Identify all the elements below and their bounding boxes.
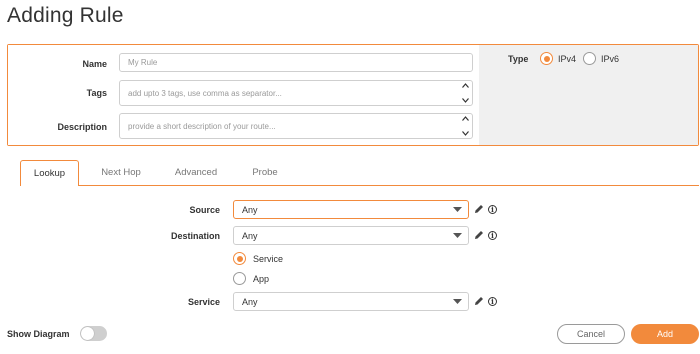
- show-diagram-toggle[interactable]: [80, 326, 107, 341]
- name-input[interactable]: My Rule: [119, 53, 473, 72]
- cancel-button[interactable]: Cancel: [557, 324, 625, 344]
- source-label: Source: [189, 205, 220, 215]
- tab-lookup[interactable]: Lookup: [20, 160, 79, 186]
- tags-placeholder: add upto 3 tags, use comma as separator.…: [128, 88, 282, 98]
- service-label: Service: [187, 297, 220, 307]
- toggle-knob: [81, 327, 94, 340]
- tab-advanced[interactable]: Advanced: [167, 160, 225, 185]
- service-value: Any: [242, 296, 258, 307]
- destination-select[interactable]: Any: [233, 226, 469, 245]
- source-select[interactable]: Any: [233, 200, 469, 219]
- ipv4-radio[interactable]: [540, 52, 553, 65]
- description-placeholder: provide a short description of your rout…: [128, 121, 276, 131]
- info-icon[interactable]: i: [488, 231, 497, 240]
- pencil-icon[interactable]: [474, 204, 484, 214]
- type-panel: Type IPv4 IPv6: [479, 45, 698, 145]
- tags-scroll-arrows[interactable]: [461, 81, 470, 105]
- description-input[interactable]: provide a short description of your rout…: [119, 113, 473, 139]
- service-radio[interactable]: [233, 252, 246, 265]
- name-label: Name: [82, 59, 107, 69]
- service-select[interactable]: Any: [233, 292, 469, 311]
- description-label: Description: [57, 122, 107, 132]
- ipv6-label[interactable]: IPv6: [601, 54, 619, 64]
- tab-underline: [20, 185, 699, 186]
- rule-fields: Name My Rule Tags add upto 3 tags, use c…: [8, 45, 479, 145]
- pencil-icon[interactable]: [474, 296, 484, 306]
- ipv4-label[interactable]: IPv4: [558, 54, 576, 64]
- rule-details-panel: Name My Rule Tags add upto 3 tags, use c…: [7, 44, 699, 146]
- name-placeholder: My Rule: [128, 58, 158, 67]
- tab-next-hop[interactable]: Next Hop: [92, 160, 150, 185]
- chevron-up-icon[interactable]: [462, 116, 469, 121]
- info-icon[interactable]: i: [488, 297, 497, 306]
- tags-label: Tags: [86, 88, 107, 98]
- caret-down-icon[interactable]: [453, 207, 462, 212]
- description-scroll-arrows[interactable]: [461, 114, 470, 138]
- page-title: Adding Rule: [7, 4, 124, 27]
- add-button[interactable]: Add: [631, 324, 699, 344]
- service-radio-label[interactable]: Service: [253, 254, 283, 264]
- app-radio-label[interactable]: App: [253, 274, 269, 284]
- chevron-up-icon[interactable]: [462, 83, 469, 88]
- show-diagram-label: Show Diagram: [7, 329, 70, 339]
- info-icon[interactable]: i: [488, 205, 497, 214]
- tab-probe[interactable]: Probe: [240, 160, 290, 185]
- chevron-down-icon[interactable]: [462, 131, 469, 136]
- caret-down-icon[interactable]: [453, 233, 462, 238]
- app-radio[interactable]: [233, 272, 246, 285]
- chevron-down-icon[interactable]: [462, 98, 469, 103]
- pencil-icon[interactable]: [474, 230, 484, 240]
- tags-input[interactable]: add upto 3 tags, use comma as separator.…: [119, 80, 473, 106]
- ipv6-radio[interactable]: [583, 52, 596, 65]
- caret-down-icon[interactable]: [453, 299, 462, 304]
- type-label: Type: [508, 54, 529, 64]
- source-value: Any: [242, 204, 258, 215]
- destination-value: Any: [242, 230, 258, 241]
- destination-label: Destination: [170, 231, 220, 241]
